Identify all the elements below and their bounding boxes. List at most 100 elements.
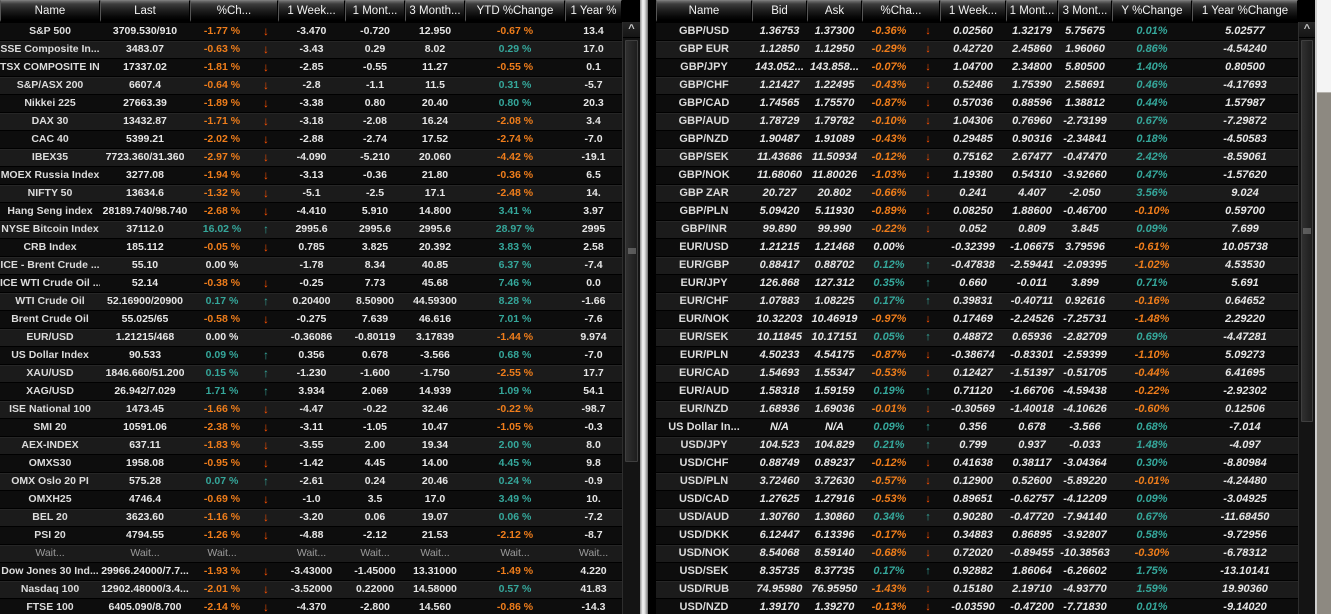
y1-cell: 9.8 <box>565 455 622 472</box>
instrument-row[interactable]: EUR/AUD1.583181.591590.19%↑0.71120-1.667… <box>656 382 1298 400</box>
column-header-name[interactable]: Name <box>0 0 100 22</box>
instrument-row[interactable]: CAC 405399.21-2.02 %↓-2.88-2.7417.52-2.7… <box>0 130 622 148</box>
instrument-row[interactable]: USD/CHF0.887490.89237-0.12%↓0.416380.381… <box>656 454 1298 472</box>
instrument-row[interactable]: EUR/USD1.21215/4680.00 %-0.36086-0.80119… <box>0 328 622 346</box>
column-header-1-year[interactable]: 1 Year % <box>565 0 622 22</box>
column-header-3-month[interactable]: 3 Month... <box>405 0 465 22</box>
w1-cell: -4.47 <box>278 401 345 418</box>
instrument-row[interactable]: GBP/CAD1.745651.75570-0.87%↓0.570360.885… <box>656 94 1298 112</box>
instrument-row[interactable]: Wait...Wait...Wait...Wait...Wait...Wait.… <box>0 544 622 562</box>
instrument-row[interactable]: Hang Seng index28189.740/98.740-2.68 %↓-… <box>0 202 622 220</box>
instrument-row[interactable]: WTI Crude Oil52.16900/209000.17 %↑0.2040… <box>0 292 622 310</box>
instrument-row[interactable]: USD/JPY104.523104.8290.21%↑0.7990.937-0.… <box>656 436 1298 454</box>
column-header-bid[interactable]: Bid <box>752 0 807 22</box>
instrument-row[interactable]: EUR/SEK10.1184510.171510.05%↑0.488720.65… <box>656 328 1298 346</box>
instrument-row[interactable]: USD/CAD1.276251.27916-0.53%↓0.89651-0.62… <box>656 490 1298 508</box>
instrument-row[interactable]: S&P 5003709.530/910-1.77 %↓-3.470-0.7201… <box>0 22 622 40</box>
instrument-row[interactable]: NIFTY 5013634.6-1.32 %↓-5.1-2.517.1-2.48… <box>0 184 622 202</box>
column-header-1-mont[interactable]: 1 Mont... <box>1006 0 1058 22</box>
instrument-row[interactable]: GBP/CHF1.214271.22495-0.43%↓0.524861.753… <box>656 76 1298 94</box>
instrument-row[interactable]: Nikkei 22527663.39-1.89 %↓-3.380.8020.40… <box>0 94 622 112</box>
instrument-row[interactable]: USD/NZD1.391701.39270-0.13%↓-0.03590-0.4… <box>656 598 1298 614</box>
instrument-row[interactable]: EUR/CHF1.078831.082250.17%↑0.39831-0.407… <box>656 292 1298 310</box>
column-header-3-mont[interactable]: 3 Mont... <box>1058 0 1112 22</box>
instrument-row[interactable]: GBP/NOK11.6806011.80026-1.03%↓1.193800.5… <box>656 166 1298 184</box>
instrument-row[interactable]: USD/NOK8.540688.59140-0.68%↓0.72020-0.89… <box>656 544 1298 562</box>
instrument-row[interactable]: TSX COMPOSITE IN...17337.02-1.81 %↓-2.85… <box>0 58 622 76</box>
instrument-row[interactable]: GBP EUR1.128501.12950-0.29%↓0.427202.458… <box>656 40 1298 58</box>
m1-cell: -0.62757 <box>1006 491 1058 508</box>
instrument-row[interactable]: Dow Jones 30 Ind...29966.24000/7.7...-1.… <box>0 562 622 580</box>
instrument-row[interactable]: GBP/SEK11.4368611.50934-0.12%↓0.751622.6… <box>656 148 1298 166</box>
instrument-row[interactable]: EUR/NOK10.3220310.46919-0.97%↓0.17469-2.… <box>656 310 1298 328</box>
y1-cell: -98.7 <box>565 401 622 418</box>
instrument-row[interactable]: GBP/INR99.89099.990-0.22%↓0.0520.8093.84… <box>656 220 1298 238</box>
instrument-row[interactable]: AEX-INDEX637.11-1.83 %↓-3.552.0019.342.0… <box>0 436 622 454</box>
instrument-row[interactable]: XAU/USD1846.660/51.2000.15 %↑-1.230-1.60… <box>0 364 622 382</box>
instrument-row[interactable]: USD/AUD1.307601.308600.34%↑0.90280-0.477… <box>656 508 1298 526</box>
column-header-y-change[interactable]: Y %Change <box>1112 0 1192 22</box>
instrument-row[interactable]: GBP/NZD1.904871.91089-0.43%↓0.294850.903… <box>656 130 1298 148</box>
instrument-row[interactable]: GBP/USD1.367531.37300-0.36%↓0.025601.321… <box>656 22 1298 40</box>
instrument-row[interactable]: SSE Composite In...3483.07-0.63 %↓-3.430… <box>0 40 622 58</box>
instrument-row[interactable]: BEL 203623.60-1.16 %↓-3.200.0619.070.06 … <box>0 508 622 526</box>
instrument-row[interactable]: Nasdaq 10012902.48000/3.4...-2.01 %↓-3.5… <box>0 580 622 598</box>
column-header-1-week[interactable]: 1 Week... <box>278 0 345 22</box>
instrument-row[interactable]: GBP/PLN5.094205.11930-0.89%↓0.082501.886… <box>656 202 1298 220</box>
instrument-row[interactable]: IBEX357723.360/31.360-2.97 %↓-4.090-5.21… <box>0 148 622 166</box>
instrument-row[interactable]: XAG/USD26.942/7.0291.71 %↑3.9342.06914.9… <box>0 382 622 400</box>
instrument-row[interactable]: USD/PLN3.724603.72630-0.57%↓0.129000.526… <box>656 472 1298 490</box>
instrument-row[interactable]: PSI 204794.55-1.26 %↓-4.88-2.1221.53-2.1… <box>0 526 622 544</box>
instrument-row[interactable]: EUR/USD1.212151.214680.00%-0.32399-1.066… <box>656 238 1298 256</box>
instrument-name: ICE - Brent Crude ... <box>0 257 100 274</box>
instrument-row[interactable]: Brent Crude Oil55.025/65-0.58 %↓-0.2757.… <box>0 310 622 328</box>
instrument-row[interactable]: ICE WTI Crude Oil ...52.14-0.38 %↓-0.257… <box>0 274 622 292</box>
instrument-row[interactable]: GBP/JPY143.052...143.858...-0.07%↓1.0470… <box>656 58 1298 76</box>
y1-cell: -8.7 <box>565 527 622 544</box>
instrument-row[interactable]: OMXH254746.4-0.69 %↓-1.03.517.03.49 %10. <box>0 490 622 508</box>
instrument-row[interactable]: OMXS301958.08-0.95 %↓-1.424.4514.004.45 … <box>0 454 622 472</box>
scrollbar-thumb[interactable] <box>625 40 638 462</box>
w1-cell: 0.48872 <box>940 329 1006 346</box>
column-header-ch[interactable]: %Ch... <box>190 0 278 22</box>
column-header-ask[interactable]: Ask <box>807 0 862 22</box>
instrument-row[interactable]: GBP ZAR20.72720.802-0.66%↓0.2414.407-2.0… <box>656 184 1298 202</box>
scroll-up-button[interactable]: ^ <box>623 22 640 38</box>
column-header-1-year-change[interactable]: 1 Year %Change <box>1192 0 1298 22</box>
column-header-cha[interactable]: %Cha... <box>862 0 940 22</box>
instrument-row[interactable]: US Dollar Index90.5330.09 %↑0.3560.678-3… <box>0 346 622 364</box>
instrument-row[interactable]: EUR/CAD1.546931.55347-0.53%↓0.12427-1.51… <box>656 364 1298 382</box>
instrument-row[interactable]: US Dollar In...N/AN/A0.09%↑0.3560.678-3.… <box>656 418 1298 436</box>
indices-scrollbar[interactable]: ^ <box>622 22 640 614</box>
instrument-row[interactable]: USD/DKK6.124476.13396-0.17%↓0.348830.868… <box>656 526 1298 544</box>
forex-scrollbar[interactable]: ^ <box>1298 22 1315 614</box>
column-header-name[interactable]: Name <box>656 0 752 22</box>
instrument-row[interactable]: EUR/PLN4.502334.54175-0.87%↓-0.38674-0.8… <box>656 346 1298 364</box>
column-header-1-mont[interactable]: 1 Mont... <box>345 0 405 22</box>
instrument-row[interactable]: USD/RUB74.9598076.95950-1.43%↓0.151802.1… <box>656 580 1298 598</box>
instrument-row[interactable]: NYSE Bitcoin Index37112.016.02 %↑2995.62… <box>0 220 622 238</box>
instrument-row[interactable]: SMI 2010591.06-2.38 %↓-3.11-1.0510.47-1.… <box>0 418 622 436</box>
chg-cell: -1.16 % <box>190 509 254 526</box>
instrument-row[interactable]: ICE - Brent Crude ...55.100.00 %-1.788.3… <box>0 256 622 274</box>
panel-divider[interactable] <box>640 0 648 614</box>
instrument-row[interactable]: MOEX Russia Index3277.08-1.94 %↓-3.13-0.… <box>0 166 622 184</box>
instrument-row[interactable]: USD/SEK8.357358.377350.17%↑0.928821.8606… <box>656 562 1298 580</box>
instrument-row[interactable]: GBP/AUD1.787291.79782-0.10%↓1.043060.769… <box>656 112 1298 130</box>
instrument-row[interactable]: EUR/JPY126.868127.3120.35%↑0.660-0.0113.… <box>656 274 1298 292</box>
scrollbar-thumb[interactable] <box>1301 40 1313 422</box>
column-header-last[interactable]: Last <box>100 0 190 22</box>
instrument-row[interactable]: FTSE 1006405.090/8.700-2.14 %↓-4.370-2.8… <box>0 598 622 614</box>
instrument-row[interactable]: DAX 3013432.87-1.71 %↓-3.18-2.0816.24-2.… <box>0 112 622 130</box>
ask-cell: 6.13396 <box>807 527 862 544</box>
instrument-row[interactable]: EUR/NZD1.689361.69036-0.01%↓-0.30569-1.4… <box>656 400 1298 418</box>
instrument-row[interactable]: CRB Index185.112-0.05 %↓0.7853.82520.392… <box>0 238 622 256</box>
column-header-ytd-change[interactable]: YTD %Change <box>465 0 565 22</box>
instrument-row[interactable]: S&P/ASX 2006607.4-0.64 %↓-2.8-1.111.50.3… <box>0 76 622 94</box>
instrument-row[interactable]: OMX Oslo 20 PI575.280.07 %↑-2.610.2420.4… <box>0 472 622 490</box>
scrollbar-grip-icon <box>628 249 636 254</box>
instrument-row[interactable]: ISE National 1001473.45-1.66 %↓-4.47-0.2… <box>0 400 622 418</box>
column-header-1-week[interactable]: 1 Week... <box>940 0 1006 22</box>
scroll-up-button[interactable]: ^ <box>1299 22 1315 38</box>
instrument-row[interactable]: EUR/GBP0.884170.887020.12%↑-0.47838-2.59… <box>656 256 1298 274</box>
